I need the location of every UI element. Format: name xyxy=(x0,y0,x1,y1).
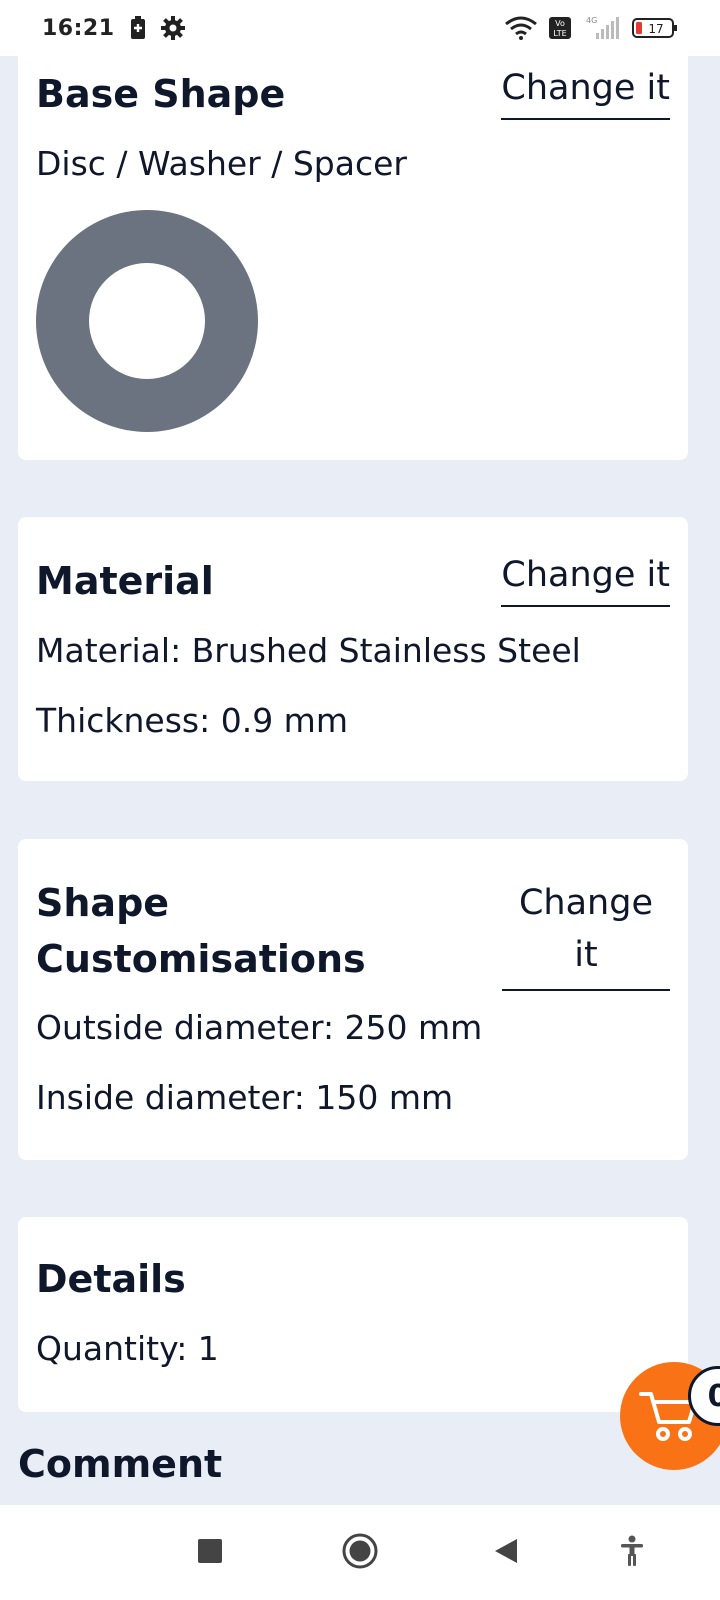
shape-customisations-title: Shape Customisations xyxy=(36,875,366,987)
battery-saver-icon xyxy=(129,16,147,40)
status-time: 16:21 xyxy=(42,15,115,41)
details-card: Details Quantity: 1 xyxy=(18,1217,688,1412)
home-button[interactable] xyxy=(320,1505,400,1600)
recents-icon xyxy=(197,1538,223,1568)
base-shape-card: Base Shape Change it Disc / Washer / Spa… xyxy=(18,20,688,460)
shape-customisations-title-line1: Shape xyxy=(36,881,170,925)
change-material-link[interactable]: Change it xyxy=(501,553,670,607)
signal-icon: 4G xyxy=(582,15,622,41)
material-card: Material Change it Material: Brushed Sta… xyxy=(18,517,688,781)
back-button[interactable] xyxy=(466,1505,546,1600)
change-link-line2: it xyxy=(574,935,598,975)
inside-diameter-value: Inside diameter: 150 mm xyxy=(36,1078,454,1117)
washer-shape-preview xyxy=(36,210,258,432)
accessibility-button[interactable] xyxy=(592,1505,672,1600)
system-nav-bar xyxy=(0,1505,720,1600)
settings-icon xyxy=(160,16,185,40)
back-icon xyxy=(493,1537,519,1569)
wifi-icon xyxy=(504,16,538,40)
accessibility-icon xyxy=(619,1535,645,1571)
battery-icon: 17 xyxy=(632,16,678,40)
recents-button[interactable] xyxy=(170,1505,250,1600)
change-base-shape-link[interactable]: Change it xyxy=(501,66,670,120)
change-link-line1: Change xyxy=(518,883,653,923)
shape-customisations-card: Shape Customisations Change it Outside d… xyxy=(18,839,688,1160)
thickness-value: Thickness: 0.9 mm xyxy=(36,701,348,740)
base-shape-title: Base Shape xyxy=(36,72,286,116)
base-shape-name: Disc / Washer / Spacer xyxy=(36,144,407,183)
home-icon xyxy=(341,1532,379,1574)
svg-text:Vo: Vo xyxy=(555,19,565,28)
quantity-value: Quantity: 1 xyxy=(36,1329,219,1368)
volte-icon: Vo LTE xyxy=(548,16,572,40)
change-shape-customisations-link[interactable]: Change it xyxy=(502,877,670,991)
material-value: Material: Brushed Stainless Steel xyxy=(36,631,581,670)
battery-percent: 17 xyxy=(648,22,663,36)
comment-heading: Comment xyxy=(18,1442,223,1486)
network-type-label: 4G xyxy=(586,16,597,25)
material-title: Material xyxy=(36,559,214,603)
status-bar: 16:21 Vo LTE 4G 17 xyxy=(0,0,720,56)
svg-text:LTE: LTE xyxy=(553,29,566,38)
page-content: Base Shape Change it Disc / Washer / Spa… xyxy=(0,0,720,1505)
washer-hole xyxy=(89,263,205,379)
details-title: Details xyxy=(36,1257,186,1301)
outside-diameter-value: Outside diameter: 250 mm xyxy=(36,1008,483,1047)
shape-customisations-title-line2: Customisations xyxy=(36,937,366,981)
